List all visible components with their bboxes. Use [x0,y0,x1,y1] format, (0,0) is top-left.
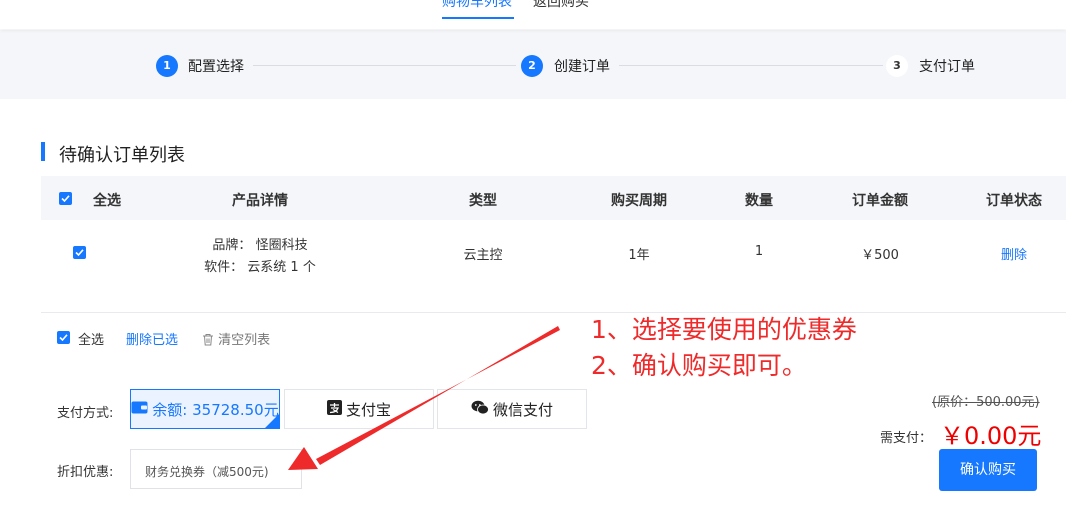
tab-cart-list[interactable]: 购物车列表 [442,0,512,11]
tab-back-to-purchase[interactable]: 返回购买 [533,0,589,11]
annotation-arrow-icon [288,326,560,470]
active-tab-underline [442,17,514,19]
top-nav: 购物车列表 返回购买 [0,0,1066,29]
